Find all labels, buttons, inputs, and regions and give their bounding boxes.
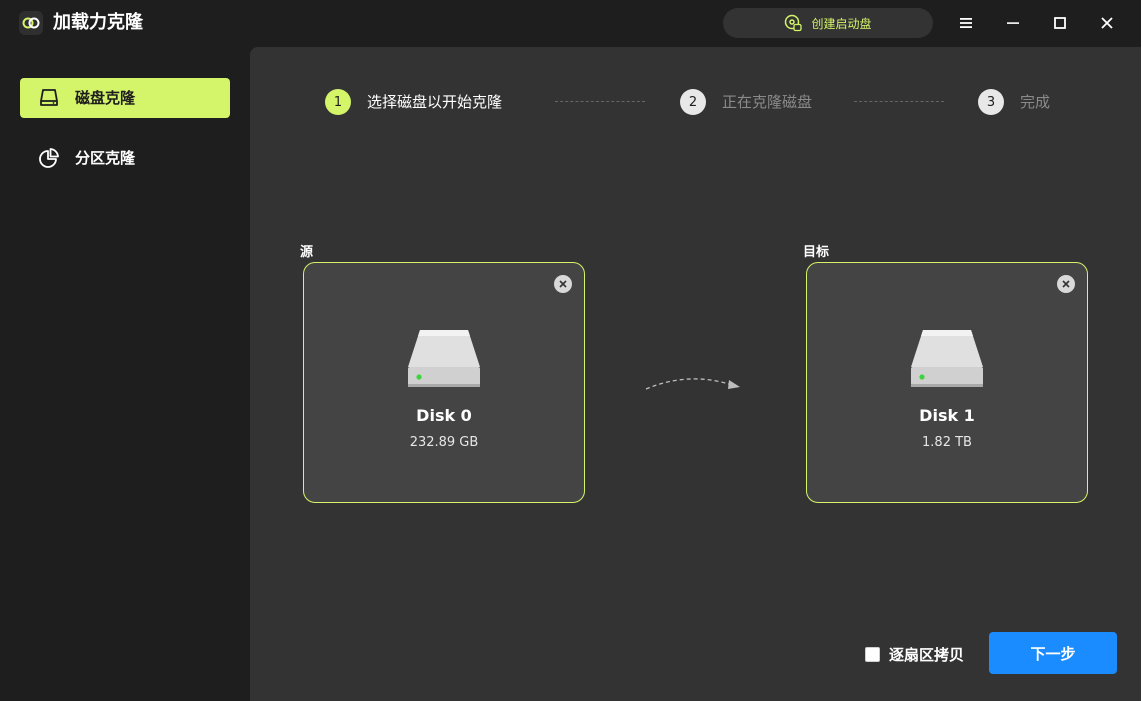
boot-disc-icon [785,14,803,32]
create-boot-disk-label: 创建启动盘 [811,16,872,31]
step-number: 2 [680,89,706,115]
step-label: 选择磁盘以开始克隆 [367,93,503,111]
remove-target-button[interactable] [1057,275,1075,293]
target-caption: 目标 [803,245,830,260]
hamburger-menu-icon [960,18,972,28]
clone-direction-arrow-icon [645,378,740,390]
target-disk-card[interactable]: Disk 1 1.82 TB [806,262,1088,503]
sector-by-sector-option[interactable]: 逐扇区拷贝 [865,643,964,665]
main-panel: 1 选择磁盘以开始克隆 2 正在克隆磁盘 3 完成 源 目标 Disk 0 23… [250,47,1141,701]
close-window-button[interactable] [1092,8,1122,38]
hard-drive-icon [911,330,983,387]
sidebar-item-label: 磁盘克隆 [75,89,136,107]
source-disk-card[interactable]: Disk 0 232.89 GB [303,262,585,503]
source-disk-name: Disk 0 [416,406,472,425]
source-caption: 源 [300,245,314,260]
maximize-icon [1054,17,1066,29]
sidebar: 磁盘克隆 分区克隆 [0,47,250,701]
app-window: 加载力克隆 创建启动盘 磁盘克隆 分区克隆 1 选择磁盘以开始克隆 2 正在克隆… [0,0,1141,701]
pie-chart-icon [39,148,59,168]
sector-by-sector-checkbox[interactable] [865,646,880,662]
close-icon [1062,280,1070,288]
step-1: 1 选择磁盘以开始克隆 [325,89,502,115]
step-label: 完成 [1020,93,1051,111]
menu-button[interactable] [951,8,981,38]
close-icon [559,280,567,288]
minimize-button[interactable] [998,8,1028,38]
close-icon [1101,17,1113,29]
app-title: 加载力克隆 [53,12,143,33]
title-bar: 加载力克隆 创建启动盘 [0,0,1141,47]
sidebar-item-partition-clone[interactable]: 分区克隆 [20,138,230,178]
disk-icon [40,89,58,106]
sector-by-sector-label: 逐扇区拷贝 [889,645,965,664]
next-button[interactable]: 下一步 [989,632,1117,674]
create-boot-disk-button[interactable]: 创建启动盘 [723,8,933,38]
sidebar-item-disk-clone[interactable]: 磁盘克隆 [20,78,230,118]
target-disk-size: 1.82 TB [922,435,972,450]
step-3: 3 完成 [978,89,1050,115]
remove-source-button[interactable] [554,275,572,293]
step-divider [555,101,645,102]
hard-drive-icon [408,330,480,387]
sidebar-item-label: 分区克隆 [75,149,136,167]
app-logo-icon [19,11,43,35]
step-2: 2 正在克隆磁盘 [680,89,812,115]
step-divider [854,101,944,102]
minimize-icon [1007,22,1019,24]
step-label: 正在克隆磁盘 [722,93,813,111]
target-disk-name: Disk 1 [919,406,975,425]
source-disk-size: 232.89 GB [409,435,479,450]
maximize-button[interactable] [1045,8,1075,38]
step-number: 3 [978,89,1004,115]
step-number: 1 [325,89,351,115]
